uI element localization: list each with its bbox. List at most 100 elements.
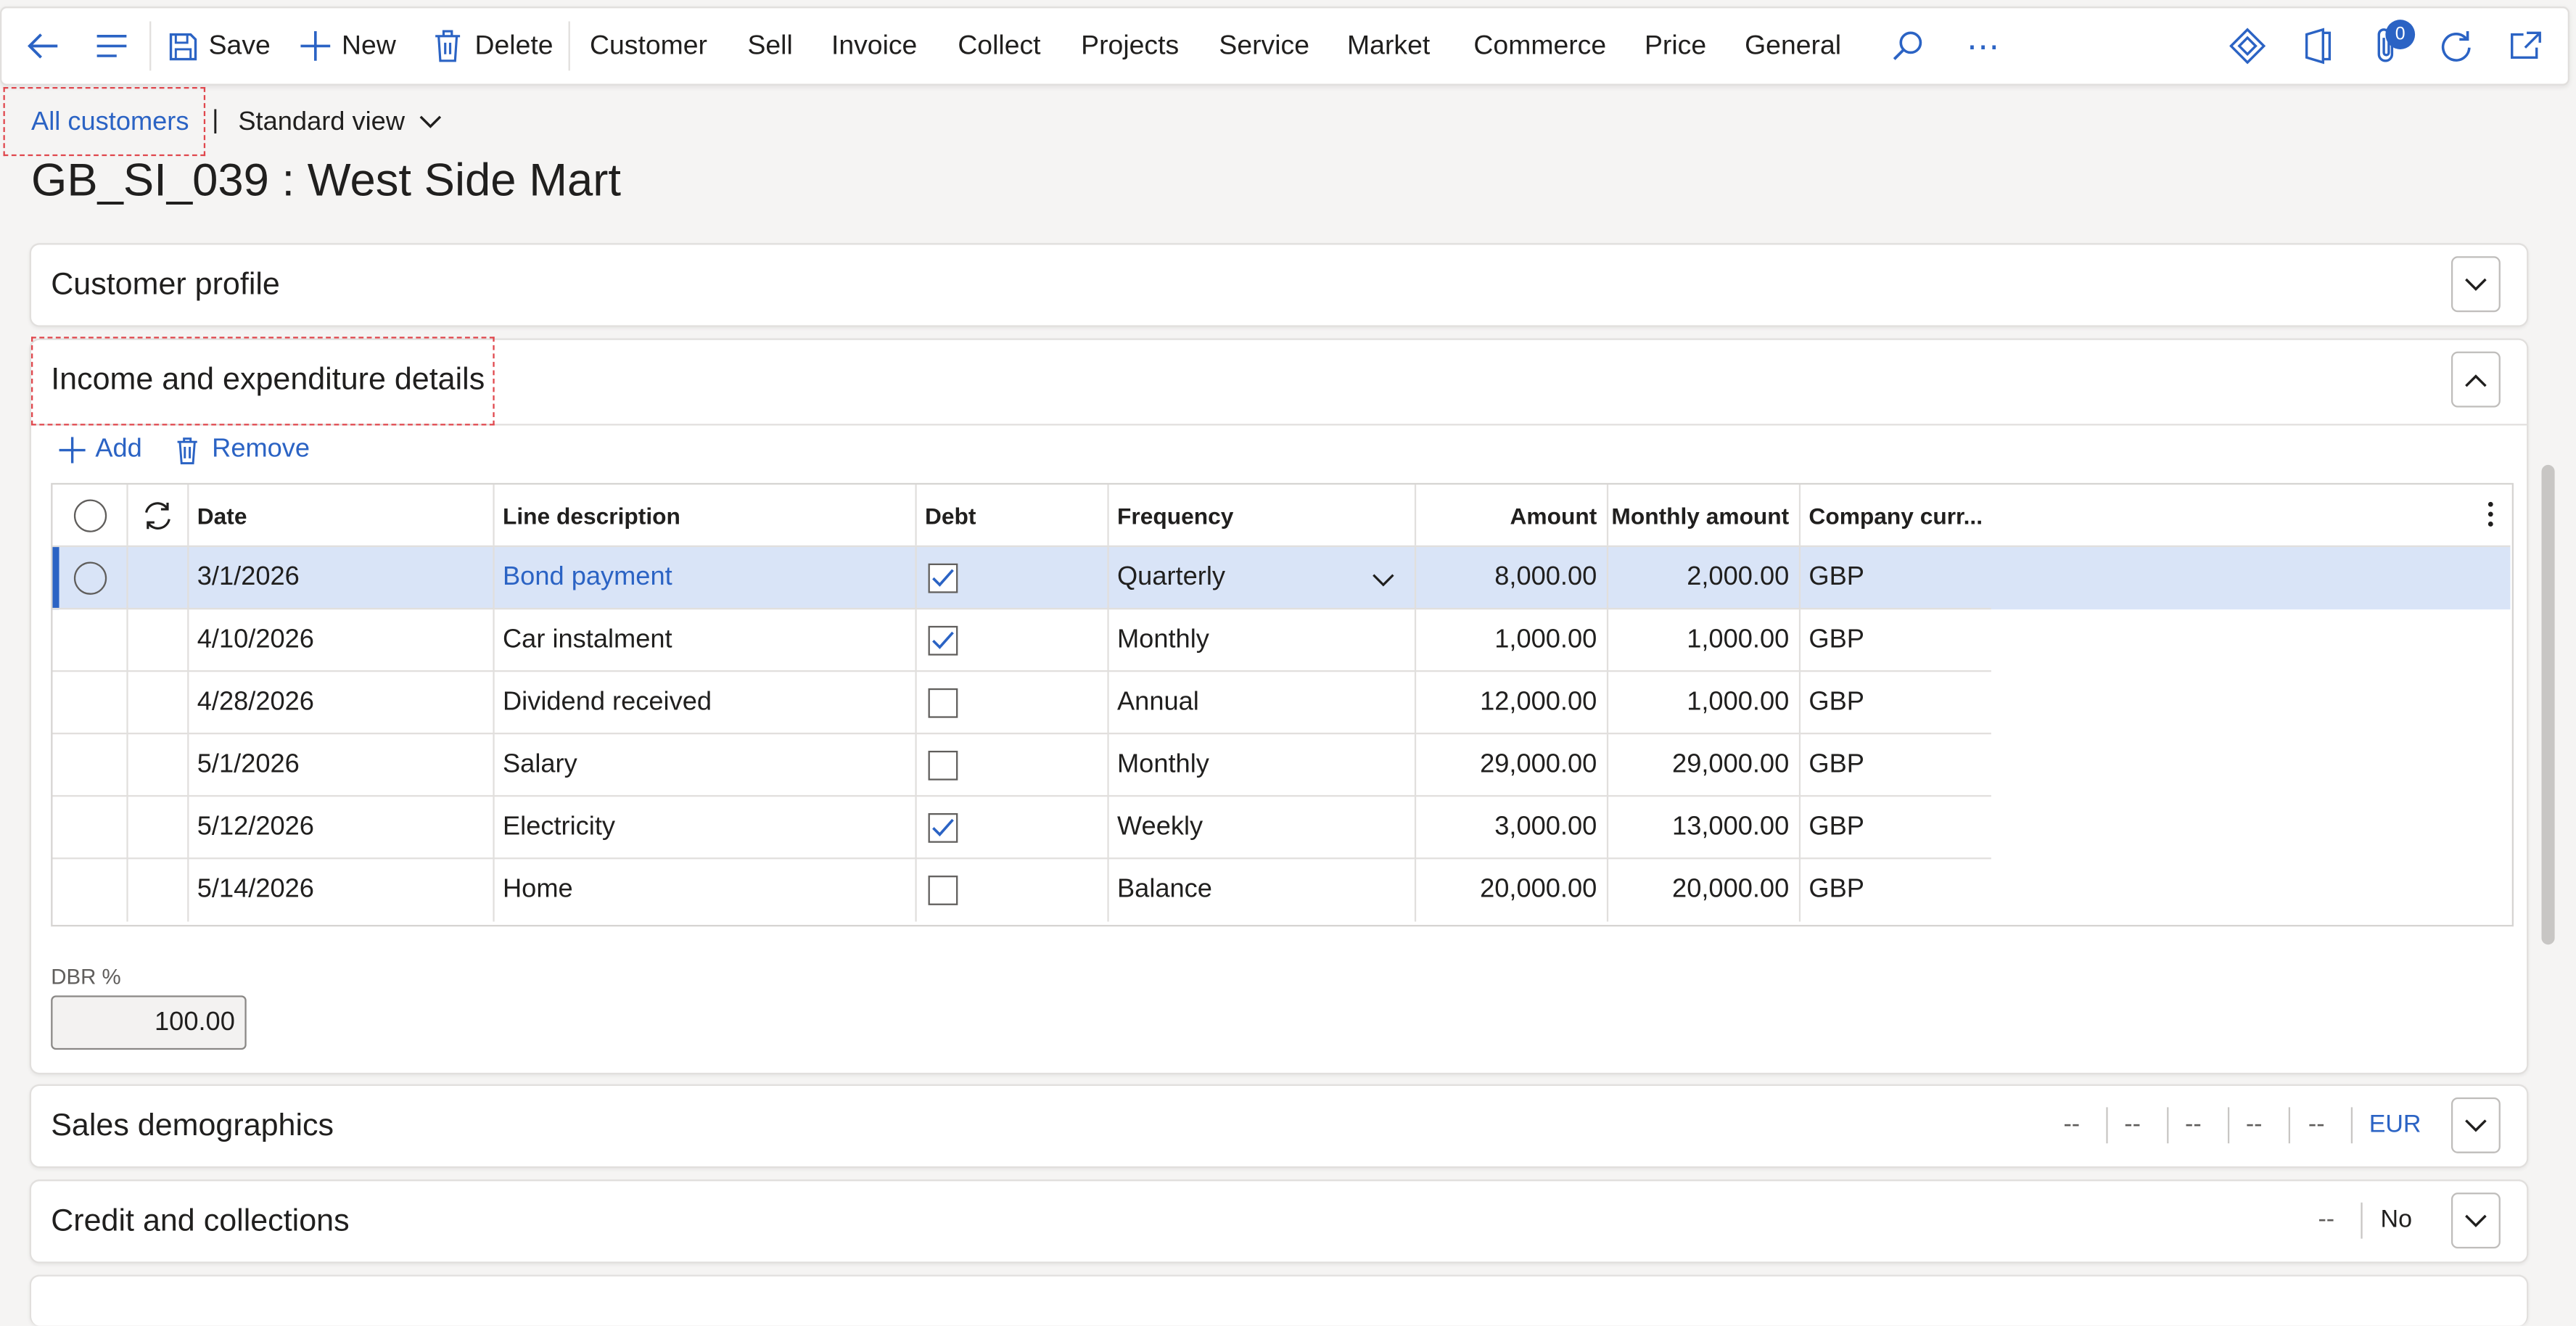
row-select-cell[interactable] (52, 859, 128, 922)
view-selector[interactable]: Standard view (238, 108, 441, 138)
menu-sell[interactable]: Sell (747, 8, 792, 83)
menu-commerce[interactable]: Commerce (1473, 8, 1606, 83)
menu-projects[interactable]: Projects (1081, 8, 1179, 83)
cell-currency[interactable]: GBP (1801, 609, 1991, 672)
menu-general[interactable]: General (1745, 8, 1841, 83)
refresh-button[interactable] (2440, 8, 2472, 83)
cell-description[interactable]: Bond payment (495, 547, 917, 610)
cell-amount[interactable]: 20,000.00 (1416, 859, 1609, 922)
cell-debt[interactable] (917, 609, 1109, 672)
cell-debt[interactable] (917, 672, 1109, 735)
refresh-column[interactable] (128, 485, 189, 545)
sales-currency-link[interactable]: EUR (2369, 1111, 2421, 1138)
open-new-window-button[interactable] (2509, 8, 2541, 83)
cell-amount[interactable]: 12,000.00 (1416, 672, 1609, 735)
cell-debt[interactable] (917, 859, 1109, 922)
cell-debt[interactable] (917, 547, 1109, 610)
cell-monthly[interactable]: 13,000.00 (1608, 796, 1801, 860)
customer-profile-section[interactable]: Customer profile (29, 243, 2529, 327)
frequency-dropdown-chevron-icon[interactable] (1372, 567, 1395, 596)
cell-monthly[interactable]: 1,000.00 (1608, 609, 1801, 672)
cell-frequency[interactable]: Annual (1109, 672, 1417, 735)
cell-date[interactable]: 3/1/2026 (189, 547, 495, 610)
cell-currency[interactable]: GBP (1801, 859, 1991, 921)
column-header-frequency[interactable]: Frequency (1109, 485, 1417, 545)
cell-currency[interactable]: GBP (1801, 547, 1991, 609)
expand-button[interactable] (2451, 1097, 2501, 1153)
grid-options-button[interactable] (2481, 496, 2501, 532)
cell-monthly[interactable]: 1,000.00 (1608, 672, 1801, 735)
expand-button[interactable] (2451, 256, 2501, 313)
cell-date[interactable]: 4/10/2026 (189, 609, 495, 672)
column-header-debt[interactable]: Debt (917, 485, 1109, 545)
cell-description[interactable]: Salary (495, 734, 917, 797)
expand-button[interactable] (2451, 1193, 2501, 1249)
table-row[interactable]: 4/28/2026 Dividend received Annual 12,000.0… (52, 670, 1991, 735)
cell-monthly[interactable]: 20,000.00 (1608, 859, 1801, 922)
menu-invoice[interactable]: Invoice (831, 8, 917, 83)
cell-description[interactable]: Electricity (495, 796, 917, 860)
office-button[interactable] (2303, 8, 2333, 83)
select-all-column[interactable] (52, 485, 128, 545)
page-scrollbar[interactable] (2541, 464, 2555, 945)
table-row[interactable]: 3/1/2026 Bond payment Quarterly 8,000.00 2,0… (52, 545, 2511, 610)
cell-frequency[interactable]: Monthly (1109, 609, 1417, 672)
cell-debt[interactable] (917, 734, 1109, 797)
remove-line-button[interactable]: Remove (176, 435, 310, 465)
column-header-line-description[interactable]: Line description (495, 485, 917, 545)
power-apps-button[interactable] (2229, 8, 2266, 83)
table-row[interactable]: 5/14/2026 Home Balance 20,000.00 20,000.00 GB… (52, 857, 1991, 922)
new-button[interactable]: New (299, 8, 396, 83)
cell-date[interactable]: 4/28/2026 (189, 672, 495, 735)
menu-price[interactable]: Price (1645, 8, 1706, 83)
debt-checkbox[interactable] (928, 813, 958, 843)
debt-checkbox[interactable] (928, 750, 958, 781)
column-header-monthly-amount[interactable]: Monthly amount (1608, 485, 1801, 545)
cell-amount[interactable]: 8,000.00 (1416, 547, 1609, 610)
credit-collections-section[interactable]: Credit and collections (29, 1179, 2529, 1264)
more-options-button[interactable]: ⋯ (1967, 8, 1999, 83)
menu-service[interactable]: Service (1219, 8, 1309, 83)
table-row[interactable]: 5/1/2026 Salary Monthly 29,000.00 29,000.00 G… (52, 733, 1991, 797)
menu-market[interactable]: Market (1347, 8, 1430, 83)
cell-date[interactable]: 5/14/2026 (189, 859, 495, 922)
save-button[interactable]: Save (168, 8, 271, 83)
table-row[interactable]: 5/12/2026 Electricity Weekly 3,000.00 13,000… (52, 795, 1991, 860)
collapse-button[interactable] (2451, 351, 2501, 408)
row-select-cell[interactable] (52, 796, 128, 860)
cell-currency[interactable]: GBP (1801, 796, 1991, 859)
cell-frequency[interactable]: Balance (1109, 859, 1417, 922)
column-header-company-currency[interactable]: Company curr... (1801, 485, 1991, 545)
select-all-radio[interactable] (73, 498, 107, 532)
cell-frequency[interactable]: Monthly (1109, 734, 1417, 797)
cell-amount[interactable]: 1,000.00 (1416, 609, 1609, 672)
cell-currency[interactable]: GBP (1801, 734, 1991, 796)
cell-frequency[interactable]: Quarterly (1109, 547, 1417, 610)
cell-description[interactable]: Car instalment (495, 609, 917, 672)
sales-demographics-section[interactable]: Sales demographics (29, 1084, 2529, 1169)
cell-monthly[interactable]: 2,000.00 (1608, 547, 1801, 610)
column-header-amount[interactable]: Amount (1416, 485, 1609, 545)
menu-toggle-button[interactable] (95, 8, 128, 83)
cell-date[interactable]: 5/12/2026 (189, 796, 495, 860)
cell-description[interactable]: Dividend received (495, 672, 917, 735)
breadcrumb-all-customers-link[interactable]: All customers (31, 108, 189, 138)
cell-debt[interactable] (917, 796, 1109, 860)
row-select-cell[interactable] (52, 672, 128, 735)
cell-monthly[interactable]: 29,000.00 (1608, 734, 1801, 797)
cell-description[interactable]: Home (495, 859, 917, 922)
back-button[interactable] (25, 8, 61, 83)
next-section[interactable] (29, 1274, 2529, 1326)
cell-amount[interactable]: 3,000.00 (1416, 796, 1609, 860)
cell-frequency[interactable]: Weekly (1109, 796, 1417, 860)
cell-date[interactable]: 5/1/2026 (189, 734, 495, 797)
menu-collect[interactable]: Collect (958, 8, 1040, 83)
delete-button[interactable]: Delete (434, 8, 554, 83)
table-row[interactable]: 4/10/2026 Car instalment Monthly 1,000.00 1,… (52, 607, 1991, 672)
row-select-cell[interactable] (52, 734, 128, 797)
cell-currency[interactable]: GBP (1801, 672, 1991, 734)
add-line-button[interactable]: Add (59, 435, 142, 465)
cell-amount[interactable]: 29,000.00 (1416, 734, 1609, 797)
row-select-cell[interactable] (52, 609, 128, 672)
debt-checkbox[interactable] (928, 688, 958, 718)
